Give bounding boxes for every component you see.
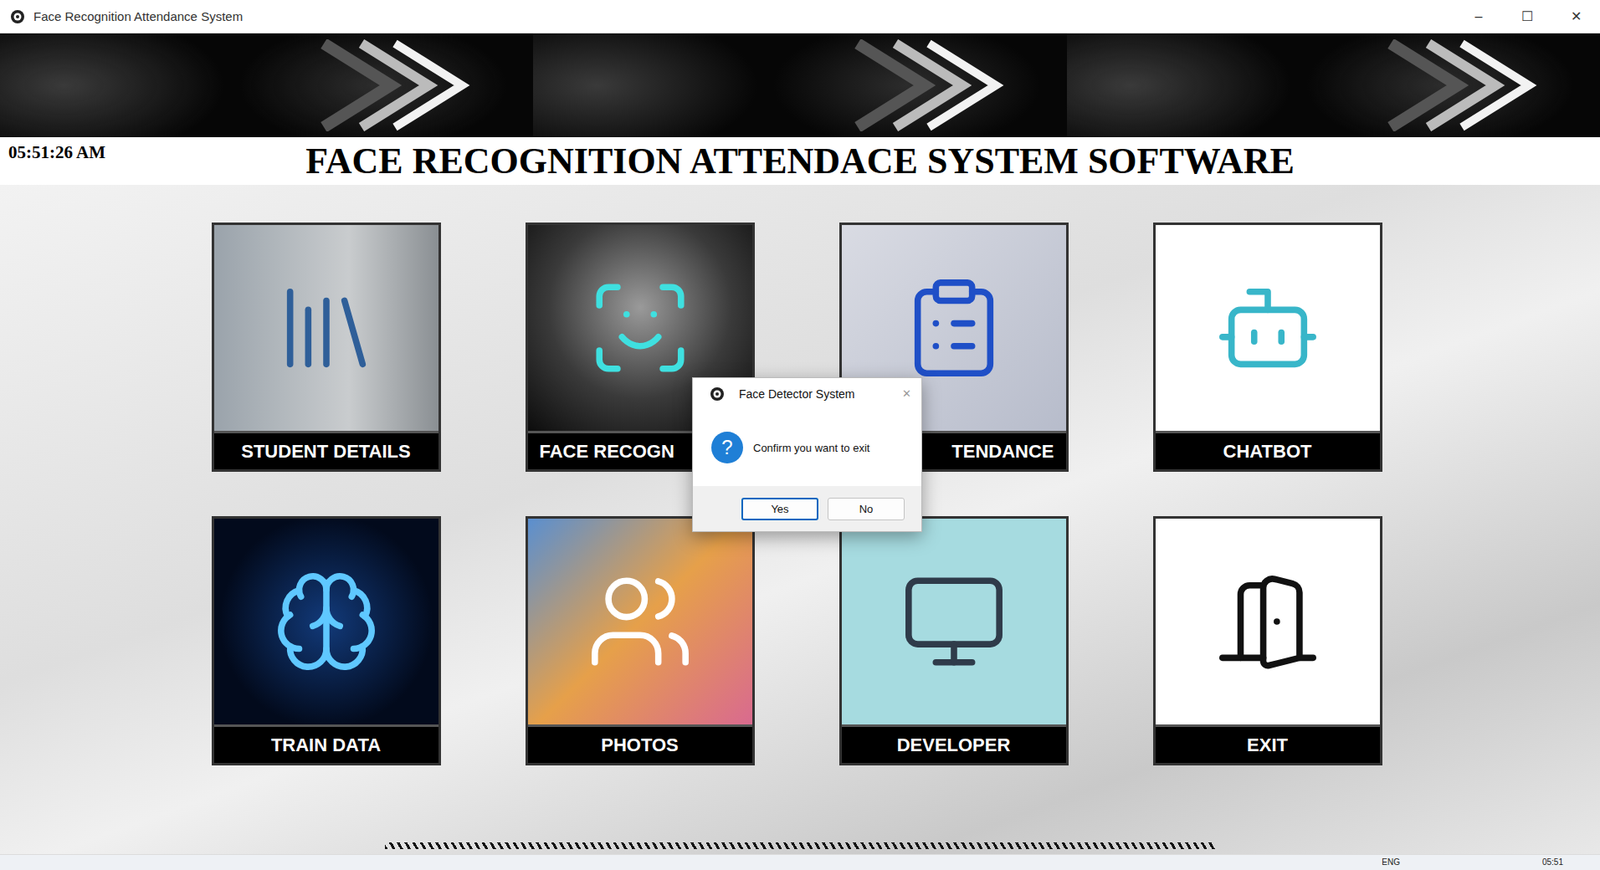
tile-label: PHOTOS <box>528 724 753 764</box>
tile-label: TRAIN DATA <box>214 724 439 764</box>
people-icon <box>585 567 695 677</box>
banner-segment <box>1066 33 1600 138</box>
desk-icon <box>899 567 1009 677</box>
dialog-button[interactable]: Yes <box>741 497 819 521</box>
dialog-title: Face Detector System <box>738 387 893 401</box>
window-control[interactable]: ☐ <box>1502 0 1552 33</box>
chevron-icon <box>849 39 1017 132</box>
app-icon <box>10 9 26 25</box>
tile-image <box>841 518 1067 725</box>
dialog-footer: Yes No <box>692 486 922 532</box>
tile-image <box>214 518 439 725</box>
tile-label: STUDENT DETAILS <box>214 430 439 470</box>
language-indicator[interactable]: ENG <box>1381 857 1400 868</box>
window-title: Face Recognition Attendance System <box>33 9 1455 24</box>
tile-label: DEVELOPER <box>841 724 1067 764</box>
tile-image <box>214 225 439 431</box>
tile-image <box>1155 518 1380 725</box>
chevron-icon <box>1382 39 1550 132</box>
menu-tile[interactable]: STUDENT DETAILS <box>211 222 442 472</box>
exit-door-icon <box>1213 567 1323 677</box>
menu-tile[interactable]: EXIT <box>1153 516 1383 766</box>
tile-label: CHATBOT <box>1155 430 1380 470</box>
taskbar-clock[interactable]: 05:51 <box>1542 857 1564 868</box>
confirm-dialog: Face Detector System ✕? Confirm you want t… <box>692 377 923 533</box>
tile-image <box>1155 225 1380 431</box>
menu-tile[interactable]: CHATBOT <box>1153 222 1383 472</box>
dialog-body: ? Confirm you want to exit <box>692 409 922 487</box>
app-window: Face Recognition Attendance System–☐✕05:… <box>0 0 1600 870</box>
face-scan-icon <box>585 273 695 383</box>
dialog-app-icon <box>709 386 725 402</box>
dialog-title-bar: Face Detector System ✕ <box>692 378 922 410</box>
taskbar: ENG 05:51 <box>0 854 1600 870</box>
dialog-button[interactable]: No <box>827 497 905 521</box>
question-icon: ? <box>711 431 744 464</box>
title-bar: Face Recognition Attendance System–☐✕ <box>0 0 1600 34</box>
tile-image <box>528 518 753 725</box>
window-control[interactable]: ✕ <box>1551 0 1600 33</box>
dialog-close-button[interactable]: ✕ <box>898 387 915 400</box>
banner-segment <box>0 33 534 138</box>
menu-tile[interactable]: DEVELOPER <box>839 516 1069 766</box>
books-icon <box>271 273 381 383</box>
tile-label: EXIT <box>1155 724 1380 764</box>
menu-tile[interactable]: TRAIN DATA <box>211 516 442 766</box>
banner-segment <box>533 33 1067 138</box>
brain-icon <box>271 567 381 677</box>
dialog-message: Confirm you want to exit <box>753 441 870 455</box>
main-title: FACE RECOGNITION ATTENDACE SYSTEM SOFTWA… <box>305 137 1295 185</box>
clock: 05:51:26 AM <box>0 137 306 185</box>
chevron-icon <box>315 39 483 132</box>
window-control[interactable]: – <box>1454 0 1503 33</box>
hatch-line <box>384 842 1216 850</box>
robot-icon <box>1213 273 1323 383</box>
banner <box>0 33 1600 138</box>
title-strip: 05:51:26 AMFACE RECOGNITION ATTENDACE SY… <box>0 137 1600 185</box>
report-icon <box>899 273 1009 383</box>
menu-tile[interactable]: PHOTOS <box>525 516 755 766</box>
